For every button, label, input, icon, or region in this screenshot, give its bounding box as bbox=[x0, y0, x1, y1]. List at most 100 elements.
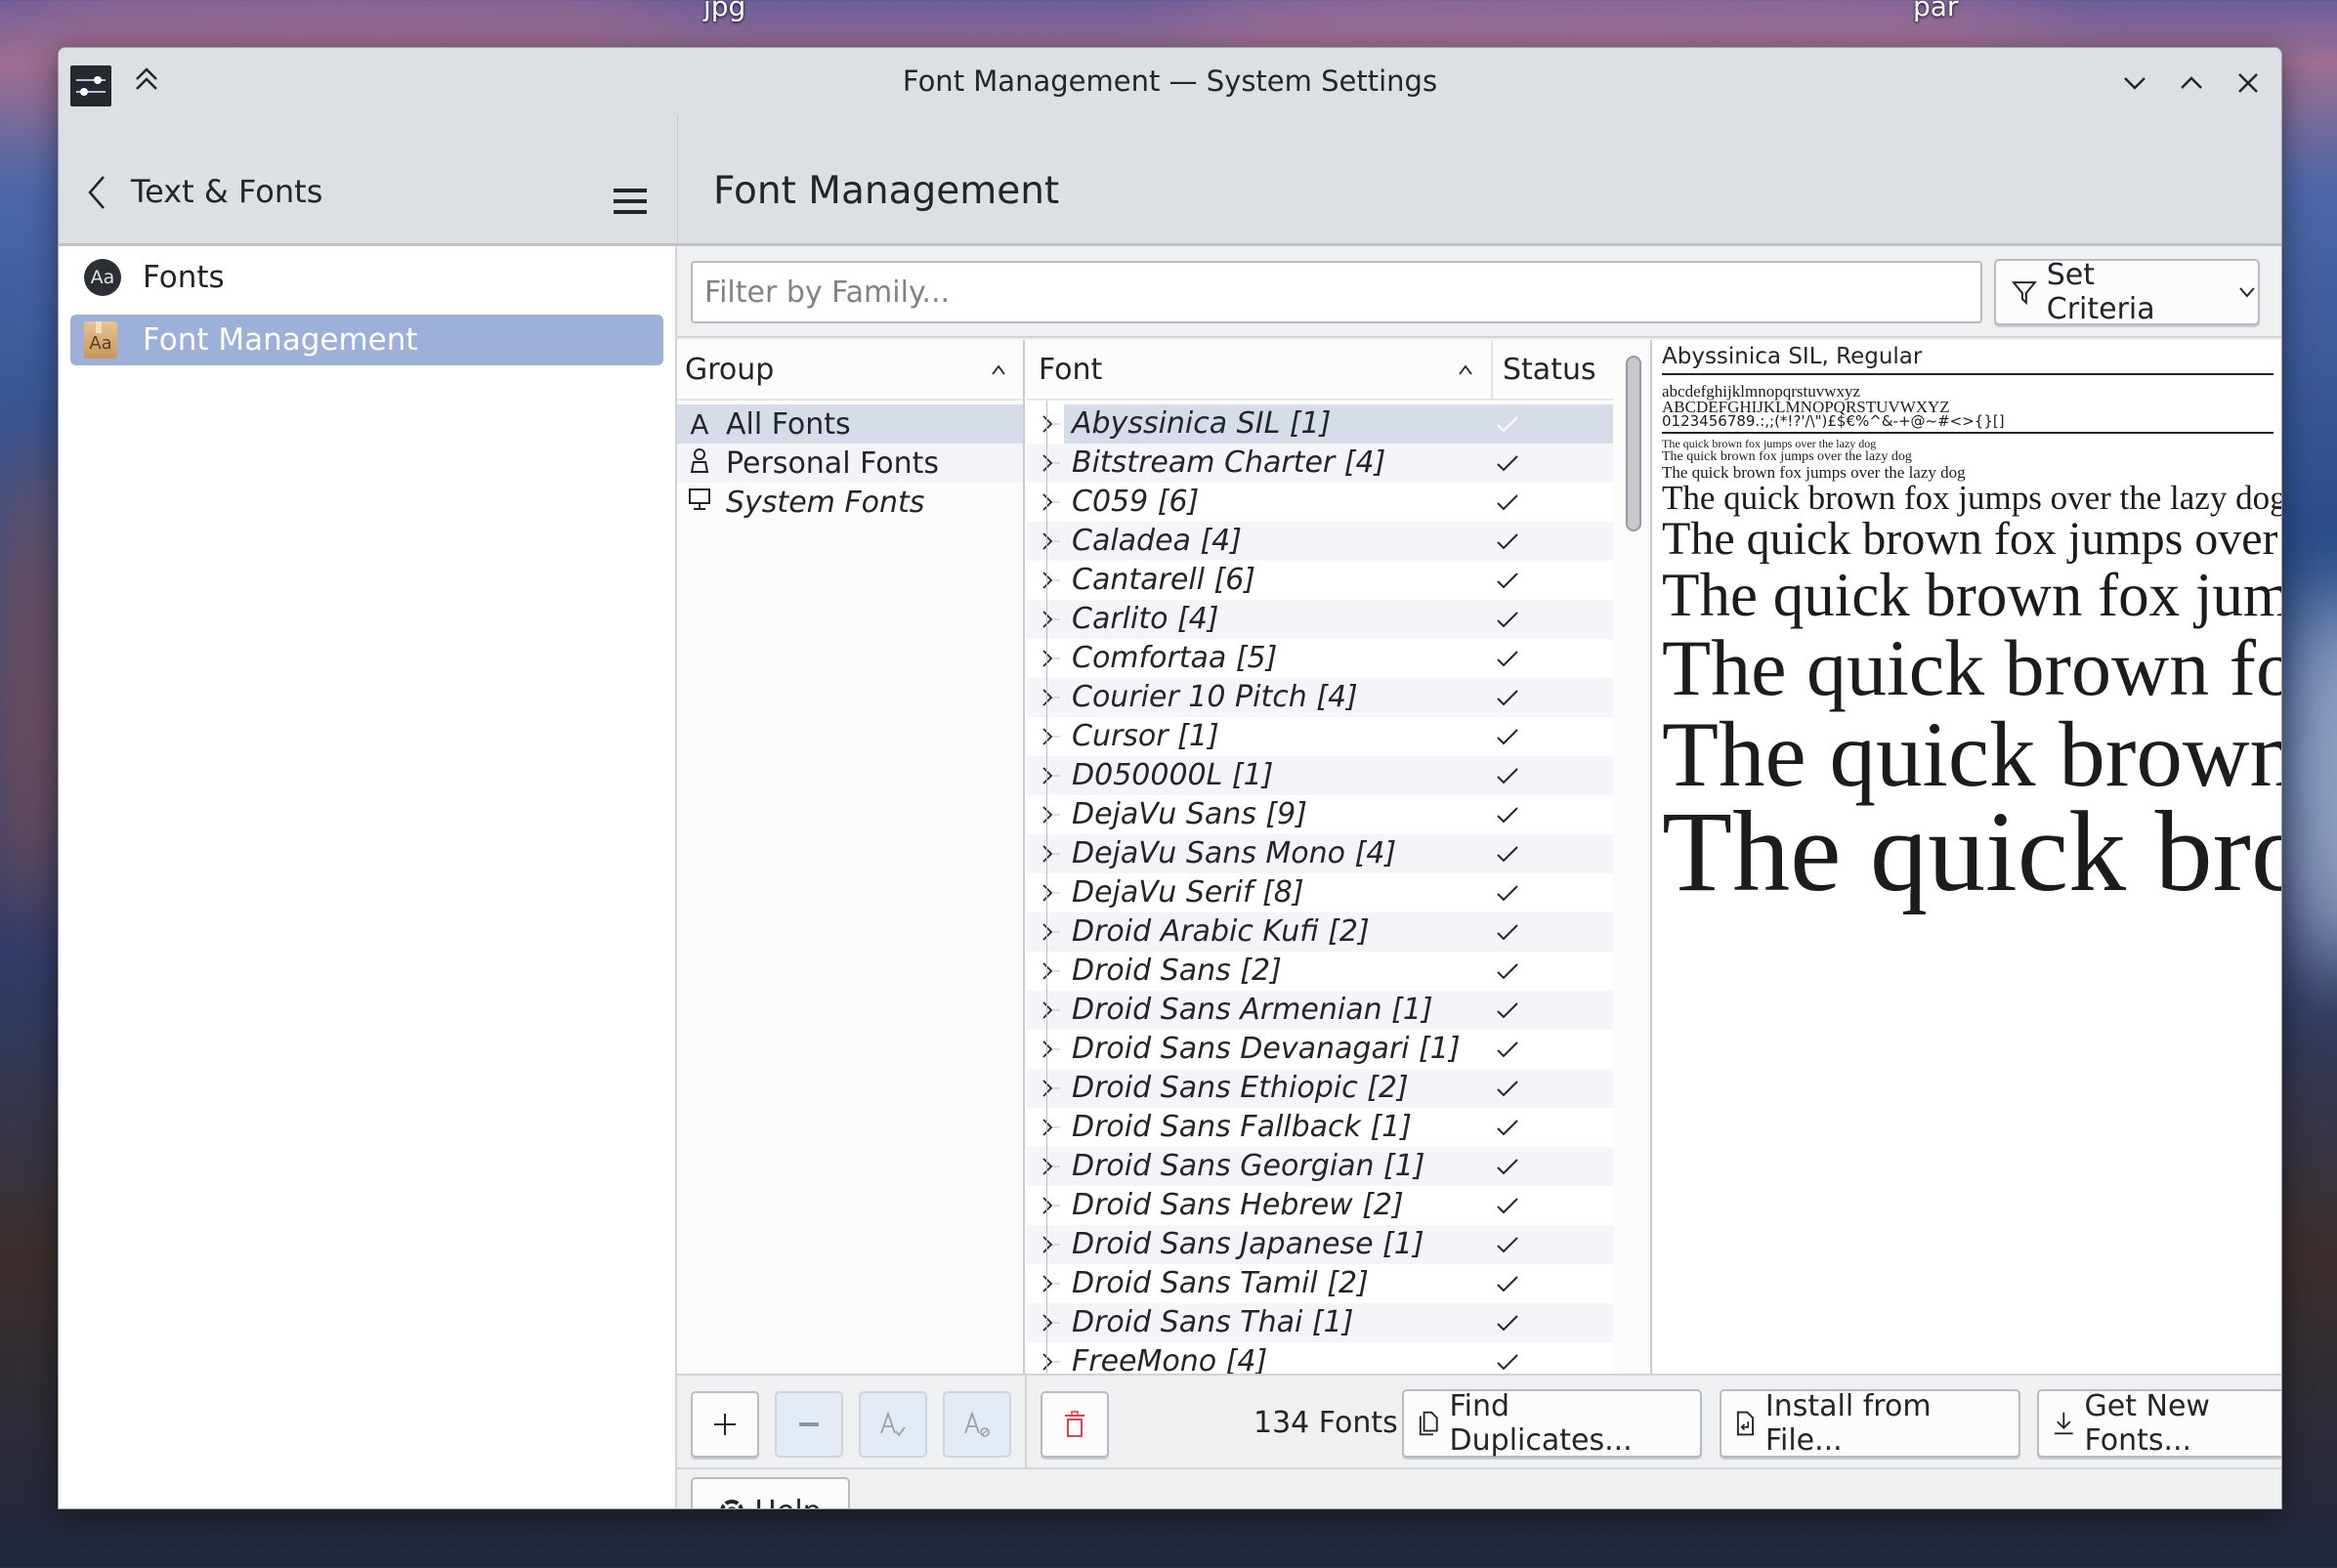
chevron-right-icon[interactable] bbox=[1037, 490, 1060, 514]
chevron-right-icon[interactable] bbox=[1037, 1038, 1060, 1061]
filter-bar: Set Criteria bbox=[677, 246, 2281, 338]
font-row[interactable]: Droid Sans Devanagari [1] bbox=[1027, 1030, 1613, 1069]
chevron-right-icon[interactable] bbox=[1037, 1350, 1060, 1374]
group-item-all-fonts[interactable]: A All Fonts bbox=[677, 404, 1023, 444]
chevron-right-icon[interactable] bbox=[1037, 920, 1060, 944]
delete-font-button[interactable] bbox=[1041, 1391, 1109, 1458]
font-row[interactable]: Droid Sans Hebrew [2] bbox=[1027, 1186, 1613, 1225]
font-row[interactable]: Droid Sans Georgian [1] bbox=[1027, 1147, 1613, 1186]
chevron-right-icon[interactable] bbox=[1037, 1116, 1060, 1139]
enabled-check-icon bbox=[1497, 690, 1518, 706]
chevron-right-icon[interactable] bbox=[1037, 1194, 1060, 1217]
font-column-header[interactable]: Font bbox=[1027, 340, 1491, 401]
group-item-personal-fonts[interactable]: Personal Fonts bbox=[677, 444, 1023, 483]
page-title: Font Management bbox=[713, 169, 1060, 213]
font-row[interactable]: DejaVu Serif [8] bbox=[1027, 873, 1613, 912]
enable-font-button[interactable] bbox=[859, 1391, 927, 1458]
chevron-right-icon[interactable] bbox=[1037, 1272, 1060, 1295]
font-list[interactable]: Font Status Abyssinica SIL [1] Bitstream … bbox=[1027, 340, 1613, 1374]
font-family-name: Droid Sans Georgian [1] bbox=[1072, 1149, 1425, 1183]
font-list-scrollbar[interactable] bbox=[1613, 340, 1652, 1374]
group-item-system-fonts[interactable]: System Fonts bbox=[677, 483, 1023, 522]
set-criteria-button[interactable]: Set Criteria bbox=[1994, 258, 2260, 326]
chevron-right-icon[interactable] bbox=[1037, 412, 1060, 436]
font-row[interactable]: Droid Sans Tamil [2] bbox=[1027, 1264, 1613, 1303]
enabled-check-icon bbox=[1497, 729, 1518, 745]
hamburger-menu-icon[interactable] bbox=[614, 189, 647, 218]
font-row[interactable]: FreeMono [4] bbox=[1027, 1342, 1613, 1374]
close-button[interactable] bbox=[2227, 62, 2270, 105]
chevron-right-icon[interactable] bbox=[1037, 998, 1060, 1022]
page-header: Font Management bbox=[677, 114, 2281, 246]
font-row[interactable]: Courier 10 Pitch [4] bbox=[1027, 678, 1613, 717]
font-row[interactable]: Comfortaa [5] bbox=[1027, 639, 1613, 678]
titlebar[interactable]: Font Management — System Settings bbox=[59, 48, 2281, 114]
scrollbar-thumb[interactable] bbox=[1626, 356, 1641, 531]
font-row[interactable]: DejaVu Sans [9] bbox=[1027, 795, 1613, 834]
maximize-button[interactable] bbox=[2170, 62, 2213, 105]
font-family-name: Comfortaa [5] bbox=[1072, 641, 1278, 675]
font-row[interactable]: Droid Sans Armenian [1] bbox=[1027, 991, 1613, 1030]
chevron-right-icon[interactable] bbox=[1037, 647, 1060, 670]
chevron-right-icon[interactable] bbox=[1037, 959, 1060, 983]
status-column-header[interactable]: Status bbox=[1493, 340, 1613, 401]
font-row[interactable]: Cursor [1] bbox=[1027, 717, 1613, 756]
chevron-right-icon[interactable] bbox=[1037, 569, 1060, 592]
desktop-file-label[interactable]: par bbox=[1913, 0, 1958, 22]
font-row[interactable]: Cantarell [6] bbox=[1027, 561, 1613, 600]
font-row[interactable]: Droid Sans [2] bbox=[1027, 952, 1613, 991]
back-button[interactable] bbox=[82, 171, 113, 214]
preview-symbols: 0123456789.:,;(*!?'/\")£$€%^&-+@~#<>{}[] bbox=[1662, 412, 2005, 430]
settings-window: Font Management — System Settings Text &… bbox=[58, 47, 2282, 1509]
chevron-right-icon[interactable] bbox=[1037, 1155, 1060, 1178]
disable-font-button[interactable] bbox=[943, 1391, 1011, 1458]
chevron-right-icon[interactable] bbox=[1037, 530, 1060, 553]
font-row[interactable]: Droid Sans Fallback [1] bbox=[1027, 1108, 1613, 1147]
sidebar-item-font-management[interactable]: Aa Font Management bbox=[70, 315, 663, 365]
font-family-name: C059 [6] bbox=[1072, 485, 1200, 519]
keep-above-icon[interactable] bbox=[127, 64, 166, 103]
chevron-right-icon[interactable] bbox=[1037, 1311, 1060, 1335]
sidebar-item-fonts[interactable]: Aa Fonts bbox=[70, 252, 663, 303]
chevron-right-icon[interactable] bbox=[1037, 803, 1060, 826]
group-list[interactable]: Group A All Fonts Personal Fonts System … bbox=[677, 340, 1025, 1374]
font-family-name: Droid Sans [2] bbox=[1072, 954, 1282, 988]
font-row[interactable]: Droid Sans Ethiopic [2] bbox=[1027, 1069, 1613, 1108]
find-duplicates-button[interactable]: Find Duplicates... bbox=[1402, 1389, 1702, 1458]
font-family-name: Cursor [1] bbox=[1072, 719, 1219, 753]
desktop-file-label[interactable]: jpg bbox=[703, 0, 745, 22]
font-row[interactable]: Carlito [4] bbox=[1027, 600, 1613, 639]
add-group-button[interactable] bbox=[691, 1391, 759, 1458]
group-header-label: Group bbox=[685, 353, 775, 387]
system-settings-app-icon[interactable] bbox=[70, 65, 111, 106]
install-file-icon bbox=[1736, 1411, 1755, 1436]
font-row[interactable]: Caladea [4] bbox=[1027, 522, 1613, 561]
font-row[interactable]: C059 [6] bbox=[1027, 483, 1613, 522]
bottom-toolbar: 134 Fonts Find Duplicates... Install fro… bbox=[677, 1374, 2281, 1469]
font-row[interactable]: Droid Arabic Kufi [2] bbox=[1027, 912, 1613, 952]
font-row[interactable]: Bitstream Charter [4] bbox=[1027, 444, 1613, 483]
font-row[interactable]: Droid Sans Thai [1] bbox=[1027, 1303, 1613, 1342]
chevron-right-icon[interactable] bbox=[1037, 725, 1060, 748]
chevron-right-icon[interactable] bbox=[1037, 608, 1060, 631]
install-from-file-button[interactable]: Install from File... bbox=[1720, 1389, 2020, 1458]
font-row[interactable]: DejaVu Sans Mono [4] bbox=[1027, 834, 1613, 873]
chevron-right-icon[interactable] bbox=[1037, 842, 1060, 866]
font-row[interactable]: D050000L [1] bbox=[1027, 756, 1613, 795]
group-column-header[interactable]: Group bbox=[677, 340, 1023, 401]
font-row[interactable]: Droid Sans Japanese [1] bbox=[1027, 1225, 1613, 1264]
chevron-right-icon[interactable] bbox=[1037, 686, 1060, 709]
remove-group-button[interactable] bbox=[775, 1391, 843, 1458]
help-button[interactable]: Help bbox=[691, 1477, 850, 1508]
font-family-name: Courier 10 Pitch [4] bbox=[1072, 680, 1358, 714]
chevron-right-icon[interactable] bbox=[1037, 881, 1060, 905]
minimize-button[interactable] bbox=[2113, 62, 2156, 105]
font-family-name: Droid Sans Thai [1] bbox=[1072, 1305, 1354, 1339]
get-new-fonts-button[interactable]: Get New Fonts... bbox=[2037, 1389, 2281, 1458]
font-row[interactable]: Abyssinica SIL [1] bbox=[1027, 404, 1613, 444]
chevron-right-icon[interactable] bbox=[1037, 764, 1060, 787]
chevron-right-icon[interactable] bbox=[1037, 1077, 1060, 1100]
chevron-right-icon[interactable] bbox=[1037, 1233, 1060, 1256]
chevron-right-icon[interactable] bbox=[1037, 451, 1060, 475]
filter-by-family-input[interactable] bbox=[691, 261, 1982, 323]
